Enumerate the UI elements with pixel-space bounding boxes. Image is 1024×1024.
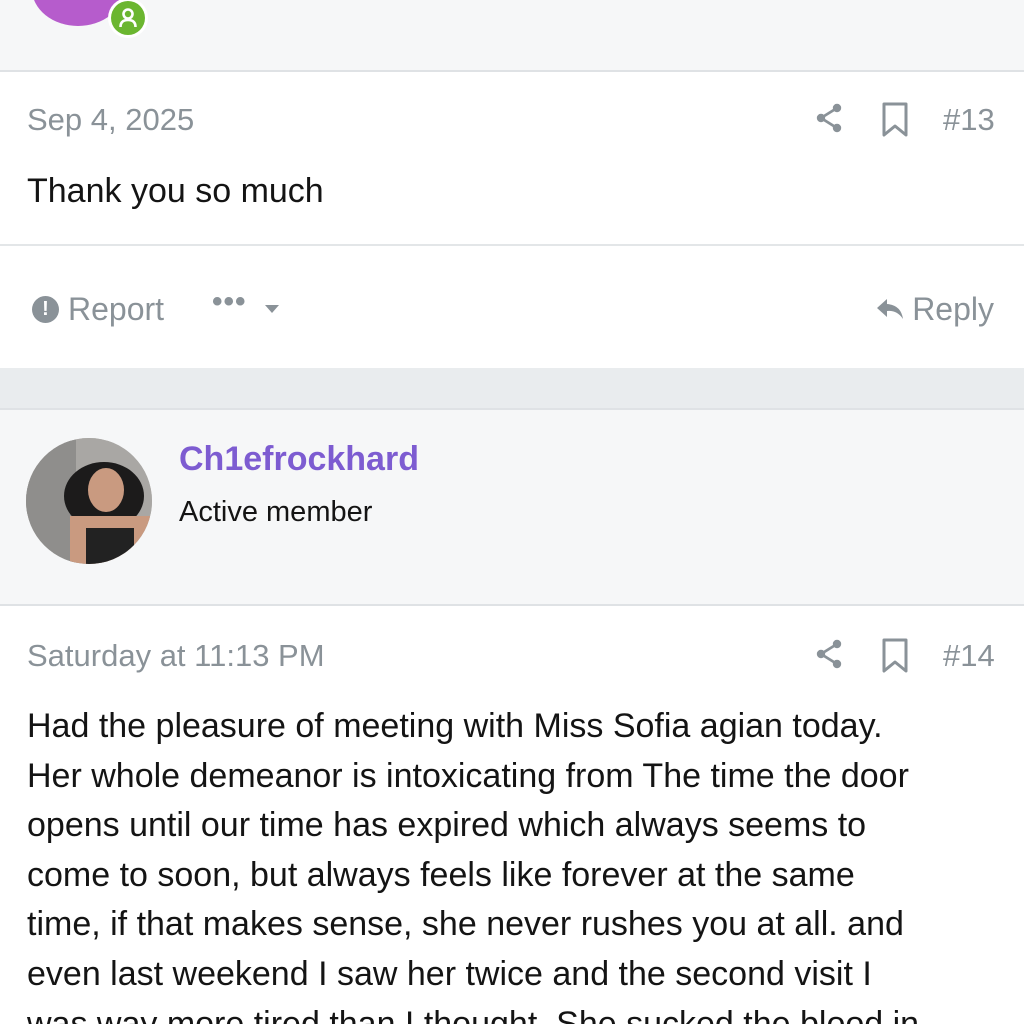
post-body-line: opens until our time has expired which a…: [27, 806, 867, 845]
post-number[interactable]: #14: [943, 638, 995, 674]
post-separator: [0, 368, 1024, 408]
post-date[interactable]: Saturday at 11:13 PM: [27, 638, 325, 674]
post-date[interactable]: Sep 4, 2025: [27, 102, 194, 138]
post-body-line: was way more tired than I thought. She s…: [27, 1004, 920, 1024]
report-icon: !: [32, 295, 59, 323]
post-footer: ! Report ••• Reply: [0, 246, 1024, 368]
reply-icon: [877, 299, 904, 319]
avatar[interactable]: [26, 438, 152, 564]
more-options-button[interactable]: •••: [212, 285, 279, 330]
chevron-down-icon: [264, 305, 279, 313]
share-icon[interactable]: [812, 101, 846, 135]
reply-label: Reply: [912, 290, 994, 327]
bookmark-icon[interactable]: [880, 638, 910, 674]
reply-button[interactable]: Reply: [876, 288, 994, 330]
post-header: Sep 4, 2025: [0, 74, 1024, 146]
user-online-icon: [108, 0, 148, 38]
report-button[interactable]: ! Report: [32, 288, 164, 330]
previous-post-user-strip: [0, 0, 1024, 72]
post-body-line: even last weekend I saw her twice and th…: [27, 954, 872, 993]
post-body-line: come to soon, but always feels like fore…: [27, 855, 855, 894]
post-body: Had the pleasure of meeting with Miss So…: [27, 702, 1002, 1024]
share-icon[interactable]: [812, 637, 846, 671]
user-title: Active member: [179, 496, 373, 528]
post-header: Saturday at 11:13 PM: [0, 610, 1024, 682]
post-body-line: Her whole demeanor is intoxicating from …: [27, 756, 909, 795]
post-body: Thank you so much: [27, 172, 324, 210]
post-author-block: Ch1efrockhard Active member: [0, 408, 1024, 606]
report-label: Report: [68, 290, 165, 327]
more-options-label: •••: [212, 285, 247, 318]
username-link[interactable]: Ch1efrockhard: [179, 440, 419, 479]
post-body-line: time, if that makes sense, she never rus…: [27, 905, 904, 944]
post-body-line: Had the pleasure of meeting with Miss So…: [27, 707, 883, 745]
post-number[interactable]: #13: [943, 102, 995, 138]
bookmark-icon[interactable]: [880, 102, 910, 138]
